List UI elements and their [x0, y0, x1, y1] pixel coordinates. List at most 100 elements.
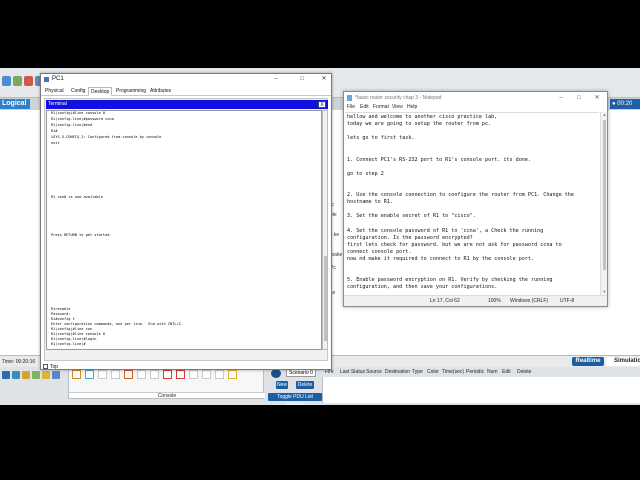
notepad-line: configuration. Is the password encrypted…	[347, 234, 473, 241]
notepad-line: connect console port.	[347, 248, 412, 255]
notepad-text-area[interactable]: hellow and welcome to another cisco prac…	[345, 112, 599, 295]
line-ending: Windows (CRLF)	[510, 298, 549, 304]
router-category-icon[interactable]	[2, 371, 10, 379]
lightning-cable-icon[interactable]	[228, 370, 237, 379]
pdu-list[interactable]	[322, 377, 640, 403]
pdu-col-header: Destination	[385, 369, 411, 375]
console-cable-icon[interactable]	[85, 370, 94, 379]
new-scenario-button[interactable]: New	[276, 381, 288, 389]
terminal-line: Press RETURN to get started.	[51, 233, 112, 237]
octal-cable-icon[interactable]	[189, 370, 198, 379]
scenario-select[interactable]: Scenario 0	[286, 369, 316, 377]
top-checkbox[interactable]	[43, 364, 48, 369]
tab-programming[interactable]: Programming	[114, 87, 148, 96]
connection-name-label: Console	[69, 392, 265, 399]
notepad-window: *basic router security chap 3 - Notepad …	[343, 91, 608, 307]
menu-file[interactable]: File	[347, 104, 355, 111]
video-frame: Logical ● 00:20 Ic ole s ke make Pc ke T…	[0, 0, 640, 480]
terminal-scrollbar[interactable]	[322, 110, 328, 350]
notepad-titlebar[interactable]: *basic router security chap 3 - Notepad …	[344, 92, 607, 104]
cursor-position: Ln 17, Col 62	[430, 298, 460, 304]
inspect-tool-icon[interactable]	[13, 76, 22, 86]
device-categories	[0, 369, 66, 385]
minimize-icon[interactable]: –	[269, 74, 283, 85]
top-checkbox-row[interactable]: Top	[43, 364, 58, 370]
notepad-line: now nd make it required to connect to R1…	[347, 256, 535, 262]
fiber-cable-icon[interactable]	[124, 370, 133, 379]
menu-format[interactable]: Format	[373, 104, 389, 111]
notepad-line: lets go to first task.	[347, 135, 415, 142]
desktop-screen: Logical ● 00:20 Ic ole s ke make Pc ke T…	[0, 68, 640, 405]
enddevice-category-icon[interactable]	[52, 371, 60, 379]
scenario-panel: Scenario 0 New Delete Toggle PDU List Wi…	[268, 369, 322, 405]
pdu-col-header: Delete	[517, 369, 532, 375]
terminal-scroll-thumb[interactable]	[324, 256, 327, 341]
menu-help[interactable]: Help	[407, 104, 417, 111]
pdu-col-header: Edit	[502, 369, 511, 375]
close-icon[interactable]: ✕	[317, 74, 331, 85]
top-checkbox-label: Top	[50, 364, 59, 370]
delete-scenario-button[interactable]: Delete	[296, 381, 314, 389]
pdu-list-header: Fire Last Status Source Destination Type…	[324, 369, 640, 377]
notepad-scrollbar[interactable]: ▲ ▼	[600, 112, 607, 295]
maximize-icon[interactable]: □	[295, 74, 309, 85]
terminal-line: R1(config)#line console 0	[51, 111, 106, 115]
notepad-line: 3. Set the enable secret of R1 to "cisco…	[347, 213, 476, 220]
serial-dce-icon[interactable]	[163, 370, 172, 379]
terminal-line: R1#	[51, 129, 58, 133]
minimize-icon[interactable]: –	[553, 92, 569, 104]
scenario-icon	[271, 369, 281, 378]
notepad-title: *basic router security chap 3 - Notepad	[355, 95, 442, 101]
zoom-level: 100%	[488, 298, 501, 304]
notepad-line: 1. Connect PC1's RS-232 port to R1's con…	[347, 156, 532, 163]
phone-cable-icon[interactable]	[137, 370, 146, 379]
scroll-up-icon[interactable]: ▲	[601, 112, 608, 118]
iot-cable-icon[interactable]	[202, 370, 211, 379]
notepad-line: 2. Use the console connection to configu…	[347, 192, 574, 199]
notepad-line: hellow and welcome to another cisco prac…	[347, 114, 498, 120]
terminal-title: Terminal	[48, 101, 67, 107]
pdu-col-header: Last Status	[340, 369, 366, 375]
hub-category-icon[interactable]	[22, 371, 30, 379]
menu-edit[interactable]: Edit	[360, 104, 369, 111]
notepad-line: today we are going to setup the router f…	[347, 121, 492, 128]
tab-desktop[interactable]: Desktop	[88, 87, 113, 96]
notepad-menubar: File Edit Format View Help	[344, 104, 607, 111]
logical-tab[interactable]: Logical	[0, 99, 30, 109]
tab-physical[interactable]: Physical	[43, 87, 66, 96]
usb-cable-icon[interactable]	[215, 370, 224, 379]
notepad-scroll-thumb[interactable]	[603, 120, 606, 270]
pdu-col-header: Color	[427, 369, 439, 375]
pc-icon	[44, 77, 49, 82]
tab-attributes[interactable]: Attributes	[148, 87, 173, 96]
delete-tool-icon[interactable]	[24, 76, 33, 86]
pc1-titlebar[interactable]: PC1 – □ ✕	[41, 74, 331, 85]
realtime-button[interactable]: Realtime	[572, 357, 604, 366]
menu-view[interactable]: View	[392, 104, 403, 111]
straight-cable-icon[interactable]	[98, 370, 107, 379]
wireless-category-icon[interactable]	[32, 371, 40, 379]
clock-tab: ● 00:20	[610, 99, 640, 109]
maximize-icon[interactable]: □	[571, 92, 587, 104]
terminal-line: exit	[51, 141, 60, 145]
toggle-pdu-list-button[interactable]: Toggle PDU List Window	[268, 393, 322, 405]
simulation-button[interactable]: Simulation	[606, 357, 640, 366]
pc1-tabs: Physical Config Desktop Programming Attr…	[41, 87, 331, 96]
sim-time: Time: 00:20:16	[2, 359, 36, 365]
pc1-window: PC1 – □ ✕ Physical Config Desktop Progra…	[40, 73, 332, 370]
serial-dte-icon[interactable]	[176, 370, 185, 379]
notepad-line: 4. Set the console password of R1 to 'cc…	[347, 227, 544, 234]
auto-cable-icon[interactable]	[72, 370, 81, 379]
pc1-title: PC1	[52, 76, 64, 82]
terminal-close-button[interactable]: X	[318, 101, 326, 108]
terminal-output[interactable]: R1(config)#line console 0 R1(config-line…	[46, 110, 322, 350]
notepad-line: configuration, and then save your config…	[347, 284, 498, 291]
cross-cable-icon[interactable]	[111, 370, 120, 379]
select-tool-icon[interactable]	[2, 76, 11, 86]
close-icon[interactable]: ✕	[589, 92, 605, 104]
switch-category-icon[interactable]	[12, 371, 20, 379]
connections-category-icon[interactable]	[42, 371, 50, 379]
pdu-col-header: Num	[487, 369, 498, 375]
coax-cable-icon[interactable]	[150, 370, 159, 379]
tab-config[interactable]: Config	[69, 87, 87, 96]
